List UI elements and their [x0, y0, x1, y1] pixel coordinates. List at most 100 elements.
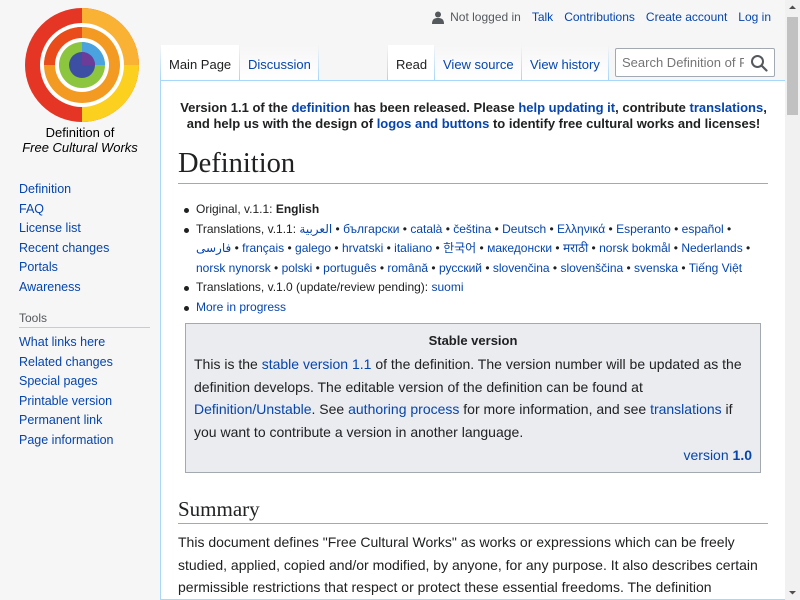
- notice-text: and help us with the design of: [186, 116, 377, 131]
- translation-link[interactable]: galego: [295, 241, 331, 255]
- bullet-separator: •: [312, 260, 324, 275]
- translation-link[interactable]: norsk nynorsk: [196, 261, 271, 275]
- sidebar-item-definition[interactable]: Definition: [19, 182, 71, 196]
- scrollbar-thumb[interactable]: [787, 17, 798, 115]
- summary-text: This document defines "Free Cultural Wor…: [178, 534, 758, 595]
- page-title: Definition: [178, 145, 768, 184]
- tools-item-page-information[interactable]: Page information: [19, 433, 114, 447]
- bullet-separator: •: [482, 260, 493, 275]
- stable-version-text: This is the stable version 1.1 of the de…: [194, 353, 752, 443]
- translation-link[interactable]: svenska: [634, 261, 678, 275]
- personal-tools: Not logged in Talk Contributions Create …: [432, 10, 771, 24]
- translation-link[interactable]: Deutsch: [502, 222, 546, 236]
- search-input[interactable]: [616, 49, 744, 76]
- notice-translations-link[interactable]: translations: [690, 100, 764, 115]
- tools-item-related-changes[interactable]: Related changes: [19, 355, 113, 369]
- talk-link[interactable]: Talk: [532, 10, 553, 24]
- tools-divider: [19, 327, 150, 328]
- translation-link[interactable]: català: [410, 222, 442, 236]
- definition-unstable-link[interactable]: Definition/Unstable: [194, 401, 312, 417]
- stable-translations-link[interactable]: translations: [650, 401, 722, 417]
- tab-separator: [608, 45, 609, 80]
- site-logo[interactable]: Definition of Free Cultural Works: [0, 0, 160, 160]
- translation-link[interactable]: العربية: [299, 222, 332, 236]
- notice-logos-link[interactable]: logos and buttons: [377, 116, 490, 131]
- bullet-separator: •: [742, 241, 751, 255]
- tab-read-label: Read: [396, 57, 428, 72]
- scrollbar[interactable]: [785, 0, 800, 600]
- sidebar-item-portals[interactable]: Portals: [19, 260, 58, 274]
- tools-item-printable-version[interactable]: Printable version: [19, 394, 112, 408]
- bullet-separator: •: [670, 221, 682, 236]
- original-language: English: [275, 202, 320, 216]
- translation-link[interactable]: polski: [282, 261, 313, 275]
- translations-list: Original, v.1.1: English Translations, v…: [184, 200, 756, 317]
- tab-view-history[interactable]: View history: [522, 45, 608, 80]
- tab-view-source[interactable]: View source: [435, 45, 521, 80]
- logo-text: Definition of Free Cultural Works: [0, 125, 160, 155]
- bullet-separator: •: [331, 241, 342, 255]
- translation-link[interactable]: русский: [439, 261, 482, 275]
- translation-link[interactable]: български: [343, 222, 399, 236]
- translation-link[interactable]: македонски: [487, 241, 552, 255]
- sidebar-item-license-list[interactable]: License list: [19, 221, 81, 235]
- bullet-separator: •: [383, 241, 395, 255]
- stable-version-link[interactable]: stable version 1.1: [262, 356, 372, 372]
- tab-read[interactable]: Read: [388, 45, 434, 80]
- translation-link[interactable]: français: [242, 241, 284, 255]
- translation-link[interactable]: 한국어: [443, 241, 476, 255]
- translation-link[interactable]: slovenčina: [493, 261, 550, 275]
- translation-link[interactable]: Esperanto: [616, 222, 671, 236]
- sidebar-item-recent-changes[interactable]: Recent changes: [19, 241, 109, 255]
- original-label: Original, v.1.1:: [196, 202, 276, 216]
- translation-link[interactable]: español: [682, 222, 724, 236]
- list-item: Translations, v.1.0 (update/review pendi…: [184, 278, 756, 298]
- bullet-separator: •: [428, 260, 439, 275]
- bullet-separator: •: [723, 221, 732, 236]
- translation-link[interactable]: norsk bokmål: [599, 241, 670, 255]
- content-area: Version 1.1 of the definition has been r…: [160, 80, 785, 600]
- scroll-down-arrow-icon[interactable]: [785, 585, 800, 600]
- translation-link[interactable]: čeština: [453, 222, 491, 236]
- translation-link[interactable]: română: [387, 261, 428, 275]
- translation-link[interactable]: Tiếng Việt: [689, 261, 742, 275]
- tools-heading: Tools: [19, 311, 48, 325]
- notice-definition-link[interactable]: definition: [291, 100, 350, 115]
- translation-v10-link[interactable]: suomi: [431, 280, 463, 294]
- translation-link[interactable]: slovenščina: [560, 261, 623, 275]
- notice-text: , contribute: [615, 100, 690, 115]
- authoring-process-link[interactable]: authoring process: [348, 401, 459, 417]
- translation-link[interactable]: hrvatski: [342, 241, 383, 255]
- version-1-0-link[interactable]: version 1.0: [684, 447, 753, 463]
- search-icon[interactable]: [750, 54, 768, 72]
- tools-item-permanent-link[interactable]: Permanent link: [19, 413, 102, 427]
- more-in-progress-link[interactable]: More in progress: [196, 300, 286, 314]
- tools-item-special-pages[interactable]: Special pages: [19, 374, 98, 388]
- notice-help-updating-link[interactable]: help updating it: [518, 100, 615, 115]
- translation-link[interactable]: فارسی: [196, 241, 231, 255]
- bullet-separator: •: [432, 241, 444, 255]
- sidebar: Definition FAQ License list Recent chang…: [0, 180, 160, 450]
- log-in-link[interactable]: Log in: [738, 10, 771, 24]
- bullet-separator: •: [670, 241, 682, 255]
- translation-link[interactable]: Nederlands: [681, 241, 742, 255]
- translation-link[interactable]: português: [323, 261, 376, 275]
- bullet-separator: •: [623, 260, 635, 275]
- tab-discussion[interactable]: Discussion: [240, 45, 318, 80]
- bullet-separator: •: [491, 221, 503, 236]
- sidebar-item-faq[interactable]: FAQ: [19, 202, 44, 216]
- sidebar-item-awareness[interactable]: Awareness: [19, 280, 81, 294]
- bullet-separator: •: [678, 260, 689, 275]
- bullet-separator: •: [552, 241, 563, 255]
- tab-main-page[interactable]: Main Page: [161, 45, 239, 80]
- translation-link[interactable]: मराठी: [563, 241, 588, 255]
- translation-link[interactable]: italiano: [394, 241, 432, 255]
- create-account-link[interactable]: Create account: [646, 10, 727, 24]
- notice-text: ,: [763, 100, 767, 115]
- tools-item-what-links-here[interactable]: What links here: [19, 335, 105, 349]
- bullet-separator: •: [376, 260, 388, 275]
- translation-link[interactable]: Ελληνικά: [557, 222, 605, 236]
- contributions-link[interactable]: Contributions: [564, 10, 635, 24]
- tab-main-page-label: Main Page: [169, 57, 232, 72]
- scroll-up-arrow-icon[interactable]: [785, 0, 800, 15]
